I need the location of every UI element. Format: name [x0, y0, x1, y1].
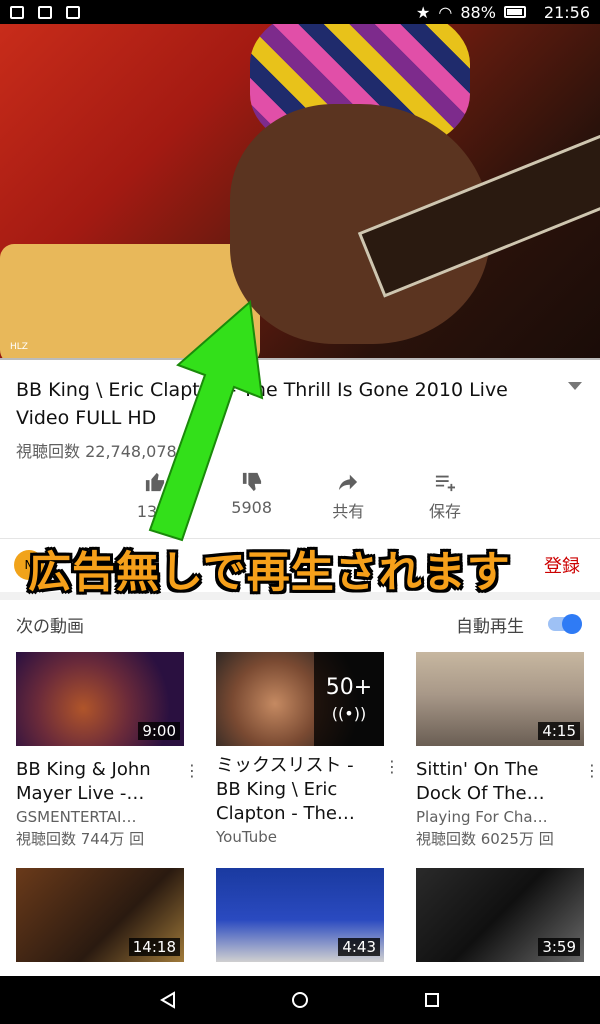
video-card-channel: Playing For Cha…	[416, 808, 548, 826]
more-options-icon[interactable]: ⋮	[584, 763, 600, 779]
video-card-views: 視聴回数 6025万 回	[416, 830, 554, 848]
more-options-icon[interactable]: ⋮	[184, 763, 200, 779]
share-icon	[339, 474, 358, 491]
video-thumbnail[interactable]: 14:18	[16, 868, 184, 962]
video-card-views: 視聴回数 744万 回	[16, 830, 145, 848]
autoplay-toggle-knob	[562, 614, 582, 634]
video-card-channel: YouTube	[216, 828, 277, 846]
video-card-title: BB King & John Mayer Live -…	[16, 759, 151, 804]
video-card[interactable]: 9:00 BB King & John Mayer Live -… GSMENT…	[16, 652, 200, 850]
star-icon: ★	[416, 2, 431, 22]
video-progress-bar[interactable]	[0, 358, 600, 360]
save-label: 保存	[428, 502, 461, 521]
save-button[interactable]: 保存	[400, 472, 490, 528]
dislike-button[interactable]: 5908	[207, 472, 297, 528]
image-icon	[38, 5, 52, 19]
video-thumbnail[interactable]: 3:59	[416, 868, 584, 962]
system-nav-bar	[0, 976, 600, 1024]
mix-count-overlay: 50+ ((•))	[314, 652, 384, 746]
add-to-playlist-icon	[435, 475, 455, 492]
autoplay-toggle[interactable]	[548, 614, 582, 634]
mix-count: 50+	[325, 675, 373, 700]
share-label: 共有	[332, 502, 365, 521]
video-player[interactable]: HLZ	[0, 24, 600, 360]
video-card[interactable]: 4:15 Sittin' On The Dock Of The… Playing…	[416, 652, 600, 850]
action-bar: 13万 5908 共有 保存	[110, 472, 490, 528]
mix-card[interactable]: 50+ ((•)) ミックスリスト - BB King \ Eric Clapt…	[216, 652, 400, 848]
like-button[interactable]: 13万	[110, 472, 200, 528]
subscribe-button[interactable]: 登録	[544, 552, 580, 578]
view-count: 視聴回数 22,748,078 回	[16, 442, 198, 461]
video-thumbnail[interactable]: 50+ ((•))	[216, 652, 384, 746]
video-duration: 4:15	[538, 722, 580, 740]
home-button[interactable]	[284, 984, 316, 1016]
video-thumbnail[interactable]: 4:43	[216, 868, 384, 962]
recents-button[interactable]	[416, 984, 448, 1016]
video-duration: 9:00	[138, 722, 180, 740]
share-button[interactable]: 共有	[303, 472, 393, 528]
video-card-title: Sittin' On The Dock Of The…	[416, 759, 545, 804]
video-duration: 4:43	[338, 938, 380, 956]
video-thumbnail[interactable]: 9:00	[16, 652, 184, 746]
video-thumbnail[interactable]: 4:15	[416, 652, 584, 746]
video-frame-amp	[0, 244, 260, 360]
live-broadcast-icon: ((•))	[331, 704, 367, 723]
status-bar: ★ ◠ 88% 21:56	[0, 0, 600, 24]
up-next-label: 次の動画	[16, 617, 84, 637]
like-count: 13万	[136, 502, 174, 521]
video-title: BB King \ Eric Clapton - The Thrill Is G…	[16, 379, 508, 429]
cast-icon	[66, 5, 80, 19]
expand-description-icon[interactable]	[568, 382, 582, 390]
video-card-channel: GSMENTERTAI…	[16, 808, 137, 826]
recents-icon	[425, 993, 439, 1007]
video-card-title: ミックスリスト - BB King \ Eric Clapton - The…	[216, 755, 355, 824]
clock: 21:56	[543, 2, 590, 22]
back-icon	[160, 991, 175, 1009]
thumbs-down-icon	[242, 472, 261, 492]
overlay-caption: 広告無しで再生されます	[28, 548, 511, 598]
battery-icon	[503, 6, 526, 18]
back-button[interactable]	[152, 984, 184, 1016]
autoplay-label: 自動再生	[456, 617, 524, 637]
video-watermark: HLZ	[10, 342, 28, 352]
dislike-count: 5908	[231, 498, 273, 517]
video-duration: 3:59	[538, 938, 580, 956]
thumbs-up-icon	[145, 472, 165, 492]
home-icon	[292, 992, 308, 1008]
wifi-icon: ◠	[438, 2, 453, 22]
notification-icon	[10, 5, 24, 19]
video-duration: 14:18	[128, 938, 180, 956]
battery-percent: 88%	[460, 2, 496, 22]
more-options-icon[interactable]: ⋮	[384, 759, 400, 775]
